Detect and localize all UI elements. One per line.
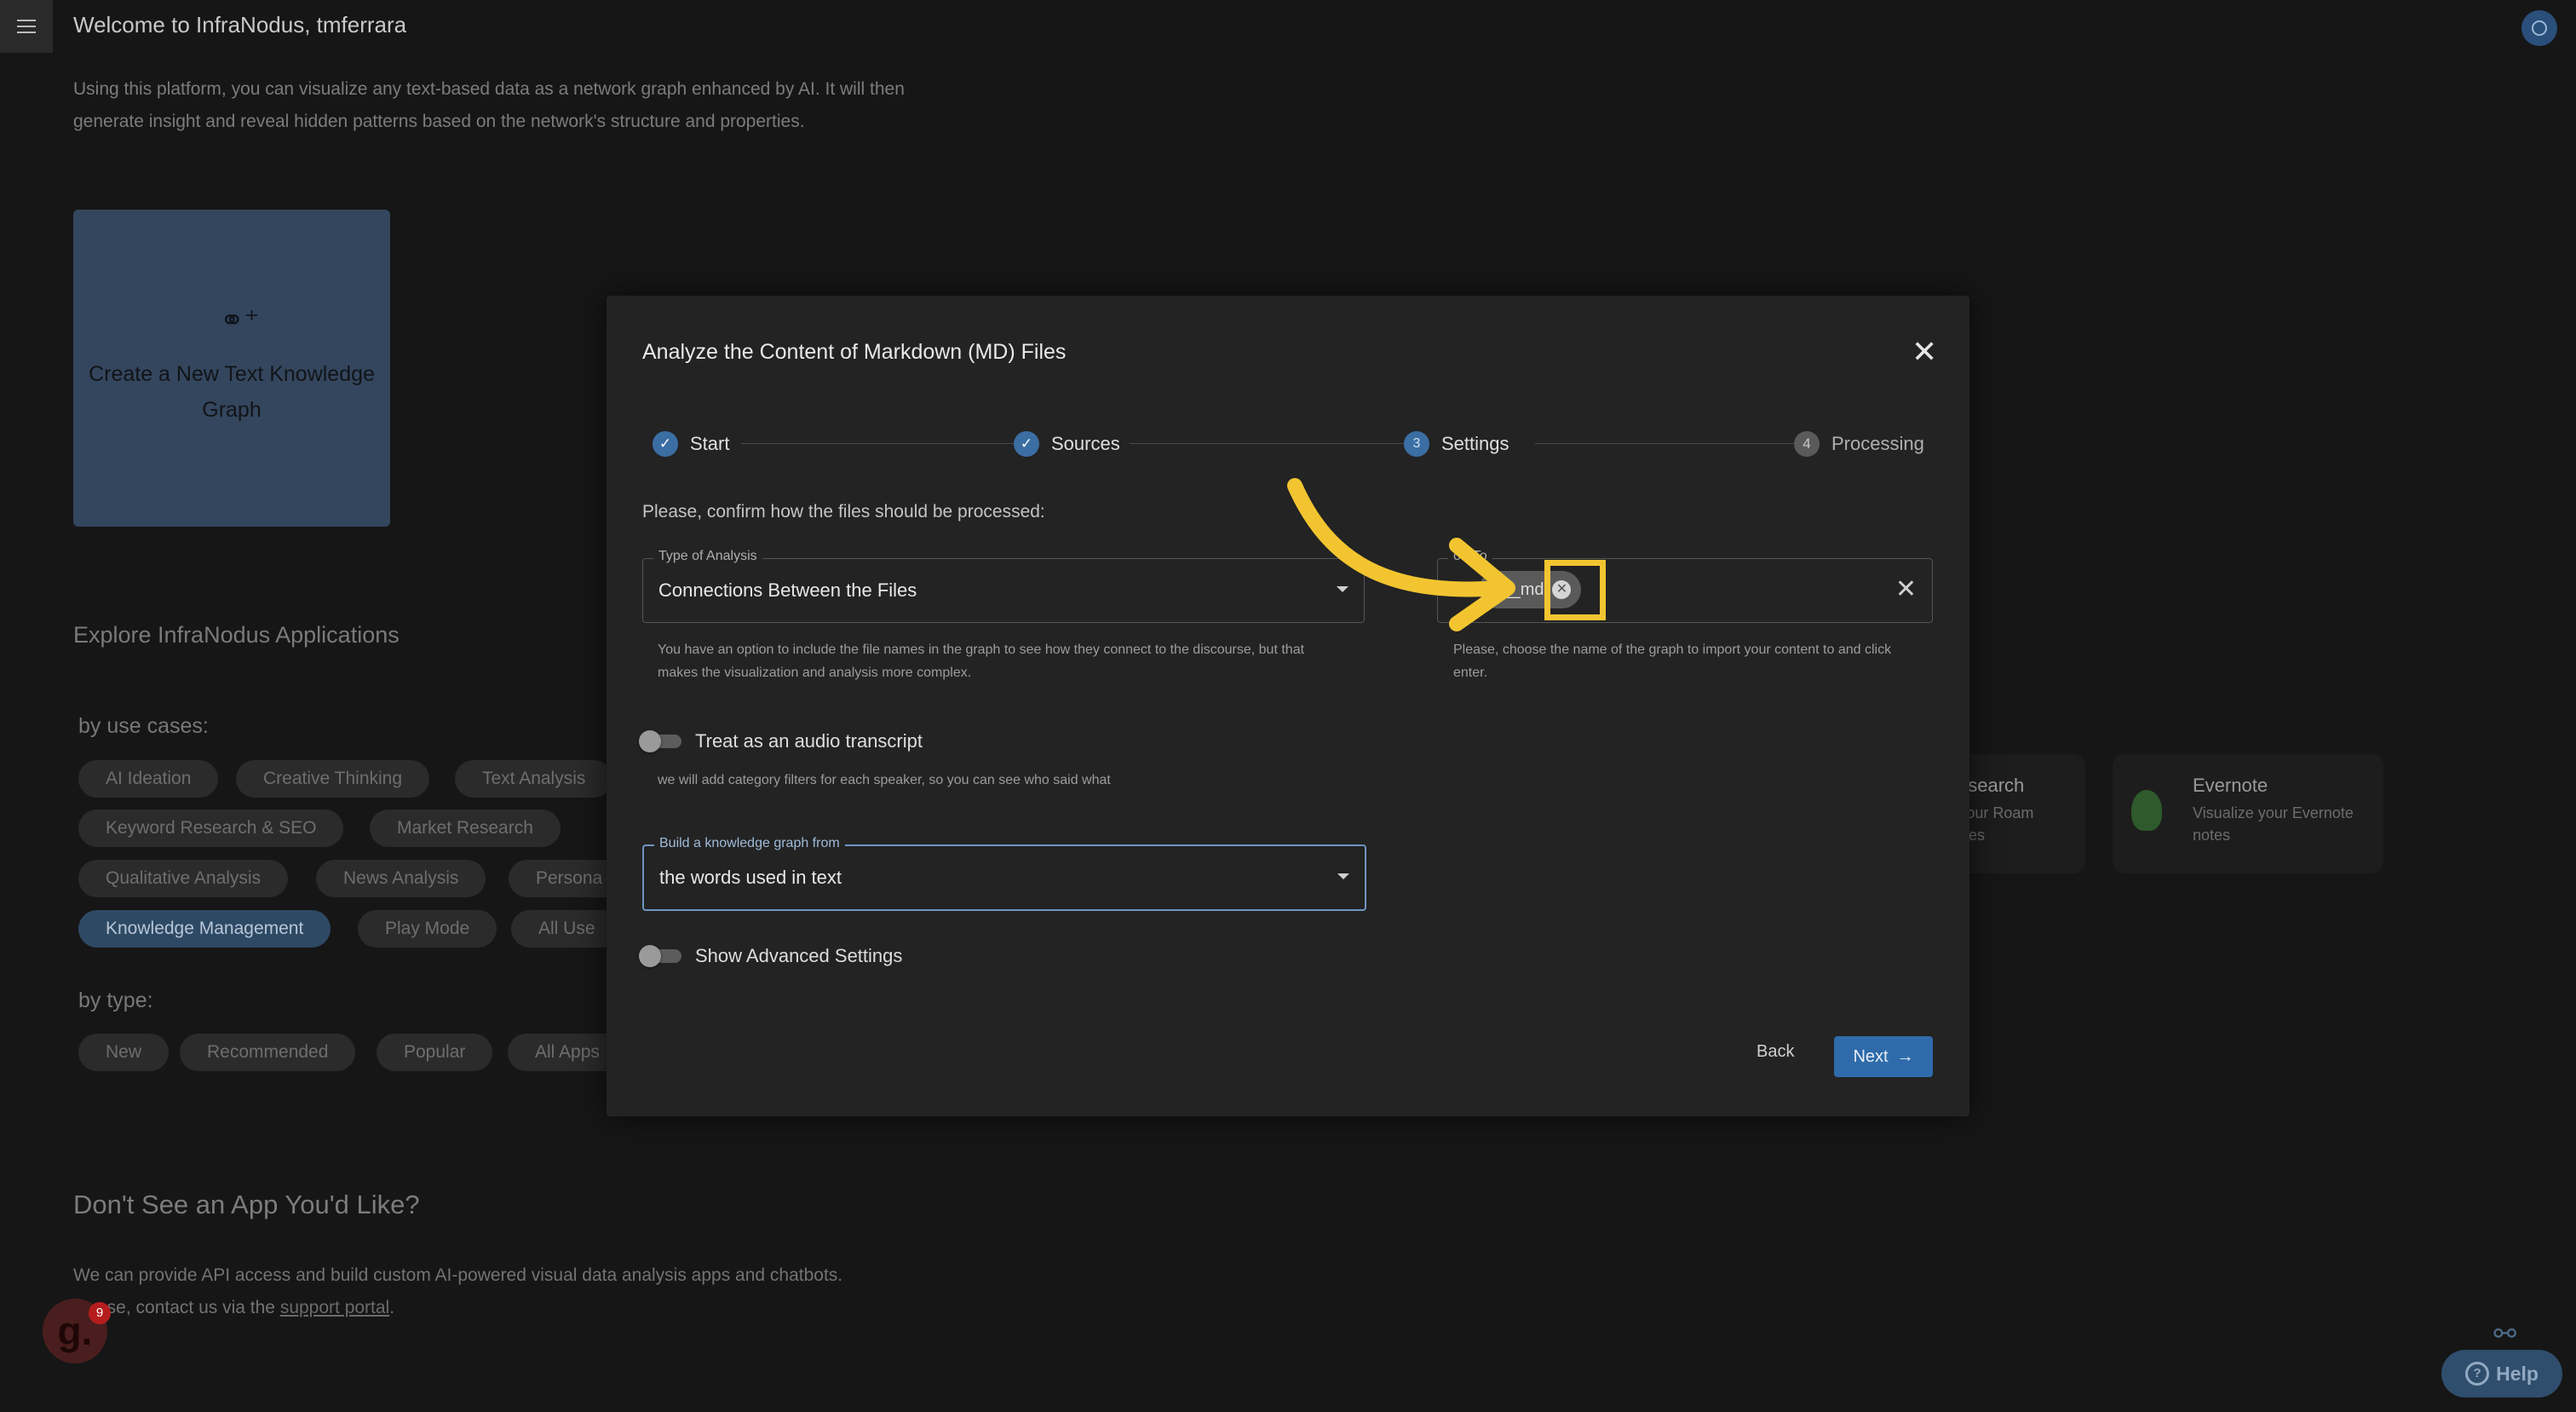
step-connector — [741, 443, 1031, 444]
modal-prompt: Please, confirm how the files should be … — [642, 502, 1045, 522]
bottom-line-1: We can provide API access and build cust… — [73, 1265, 843, 1285]
check-icon: ✓ — [653, 431, 678, 457]
bottom-line-2: ase, contact us via the support portal. — [73, 1292, 1095, 1324]
annotation-arrow — [1287, 478, 1515, 631]
support-portal-link[interactable]: support portal — [280, 1298, 389, 1317]
bottom-line-2-suffix: . — [389, 1298, 395, 1317]
analysis-type-select[interactable]: Type of Analysis Connections Between the… — [642, 549, 1365, 623]
help-icon: ? — [2465, 1362, 2490, 1386]
user-avatar[interactable] — [2521, 10, 2557, 46]
step-number: 4 — [1794, 431, 1820, 457]
build-graph-from-label: Build a knowledge graph from — [654, 836, 845, 851]
chip-qualitative-analysis[interactable]: Qualitative Analysis — [78, 860, 289, 897]
chip-play-mode[interactable]: Play Mode — [358, 910, 497, 948]
chip-text-analysis[interactable]: Text Analysis — [455, 760, 613, 798]
next-label: Next — [1853, 1046, 1889, 1066]
step-settings-label: Settings — [1441, 433, 1509, 454]
page-title: Welcome to InfraNodus, tmferrara — [73, 12, 407, 37]
menu-button[interactable] — [0, 0, 53, 53]
advanced-settings-toggle[interactable] — [639, 945, 681, 967]
modal-title: Analyze the Content of Markdown (MD) Fil… — [642, 340, 1067, 364]
import-modal: Analyze the Content of Markdown (MD) Fil… — [607, 296, 1969, 1116]
step-sources-label: Sources — [1051, 433, 1120, 454]
app-evernote-desc: Visualize your Evernote notes — [2193, 804, 2354, 844]
back-button[interactable]: Back — [1757, 1042, 1794, 1062]
build-graph-from-select[interactable]: Build a knowledge graph from the words u… — [642, 836, 1366, 911]
analysis-type-helper: You have an option to include the file n… — [658, 643, 1305, 680]
arrow-right-icon: → — [1896, 1046, 1914, 1066]
app-roam-desc: Your Roam files — [1958, 804, 2034, 844]
analysis-type-value: Connections Between the Files — [658, 579, 917, 601]
step-start: ✓ Start — [653, 431, 729, 457]
user-icon — [2532, 20, 2547, 36]
step-processing-label: Processing — [1831, 433, 1924, 454]
highlight-box — [1544, 560, 1606, 620]
chip-creative-thinking[interactable]: Creative Thinking — [236, 760, 430, 798]
step-settings: 3 Settings — [1404, 431, 1509, 457]
step-processing: 4 Processing — [1794, 431, 1924, 457]
chip-recommended[interactable]: Recommended — [180, 1034, 356, 1071]
create-graph-label: Create a New Text Knowledge Graph — [89, 362, 375, 422]
audio-transcript-toggle[interactable] — [639, 730, 681, 752]
app-evernote-title: Evernote — [2193, 775, 2268, 796]
analysis-type-label: Type of Analysis — [653, 549, 762, 564]
use-cases-heading: by use cases: — [78, 714, 209, 738]
app-card-evernote[interactable]: Evernote Visualize your Evernote notes — [2113, 754, 2383, 873]
step-sources: ✓ Sources — [1014, 431, 1120, 457]
audio-transcript-label: Treat as an audio transcript — [695, 730, 923, 752]
check-icon: ✓ — [1014, 431, 1039, 457]
toggle-knob — [639, 730, 661, 752]
chip-knowledge-management[interactable]: Knowledge Management — [78, 910, 331, 948]
intro-text: Using this platform, you can visualize a… — [73, 79, 905, 131]
next-button[interactable]: Next → — [1834, 1036, 1933, 1077]
step-connector — [1130, 443, 1428, 444]
type-heading: by type: — [78, 988, 153, 1012]
bottom-text: We can provide API access and build cust… — [73, 1259, 1095, 1324]
chip-market-research[interactable]: Market Research — [370, 810, 561, 847]
graph-link-icon[interactable]: ⚯ — [2493, 1317, 2516, 1350]
clear-icon[interactable]: ✕ — [1895, 574, 1917, 604]
evernote-icon — [2131, 790, 2162, 831]
close-icon[interactable]: ✕ — [1912, 337, 1937, 367]
chip-keyword-research[interactable]: Keyword Research & SEO — [78, 810, 344, 847]
create-graph-card[interactable]: ⚭⁺ Create a New Text Knowledge Graph — [73, 210, 390, 527]
bottom-title: Don't See an App You'd Like? — [73, 1190, 420, 1219]
audio-transcript-helper: we will add category filters for each sp… — [658, 773, 1111, 787]
add-graph-icon: ⚭⁺ — [220, 304, 260, 337]
chip-popular[interactable]: Popular — [377, 1034, 493, 1071]
dropdown-caret-icon — [1337, 873, 1349, 879]
step-start-label: Start — [690, 433, 730, 454]
help-button[interactable]: ? Help — [2441, 1350, 2562, 1398]
help-label: Help — [2496, 1362, 2539, 1385]
advanced-settings-label: Show Advanced Settings — [695, 945, 903, 966]
bottom-line-2-prefix: ase, contact us via the — [97, 1298, 275, 1317]
hamburger-icon — [17, 26, 36, 27]
step-number: 3 — [1404, 431, 1429, 457]
chip-new[interactable]: New — [78, 1034, 170, 1071]
chip-news-analysis[interactable]: News Analysis — [316, 860, 486, 897]
toggle-knob — [639, 945, 661, 967]
step-connector — [1535, 443, 1808, 444]
notification-count: 9 — [89, 1302, 111, 1324]
explore-title: Explore InfraNodus Applications — [73, 622, 400, 648]
chip-all-use-cases[interactable]: All Use — [511, 910, 623, 948]
chip-ai-ideation[interactable]: AI Ideation — [78, 760, 219, 798]
build-graph-from-value: the words used in text — [659, 867, 842, 888]
